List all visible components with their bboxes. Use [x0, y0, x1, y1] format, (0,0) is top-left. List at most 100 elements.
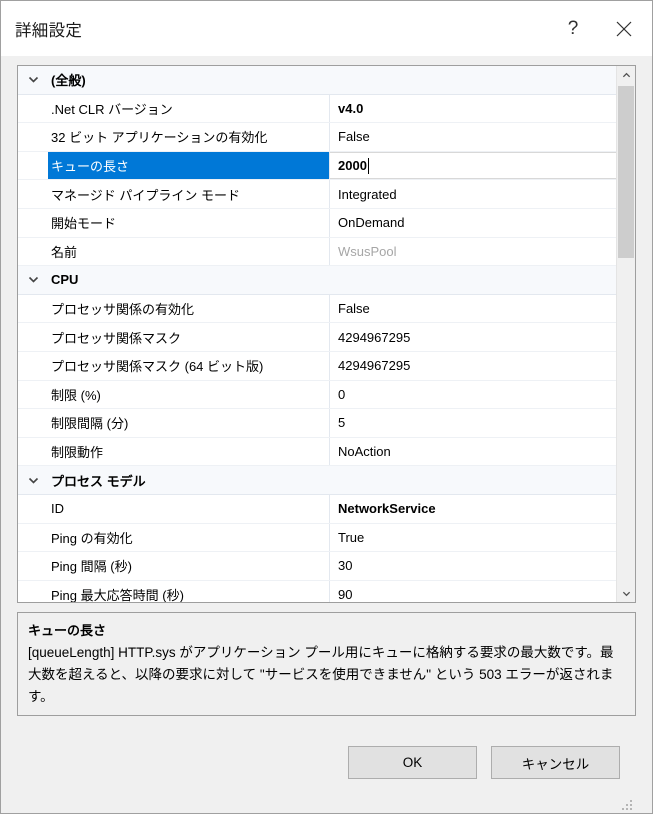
row-indent	[18, 123, 48, 151]
property-value-text: True	[338, 529, 365, 545]
resize-grip[interactable]	[620, 798, 632, 810]
property-value[interactable]: 4294967295	[330, 323, 616, 351]
property-value-text: 4294967295	[338, 358, 411, 374]
property-value-text: 30	[338, 558, 353, 574]
property-value[interactable]: NoAction	[330, 438, 616, 466]
property-name: 制限動作	[48, 437, 330, 466]
property-value[interactable]: 4294967295	[330, 352, 616, 380]
dialog-footer: OK キャンセル	[17, 716, 636, 813]
property-group-header[interactable]: (全般)	[18, 66, 616, 95]
property-value-text: 5	[338, 415, 346, 431]
property-name: キューの長さ	[48, 151, 330, 180]
property-name: 制限 (%)	[48, 380, 330, 409]
row-indent	[18, 238, 48, 266]
scroll-down-button[interactable]	[617, 584, 635, 602]
group-label: CPU	[51, 272, 79, 288]
group-expander[interactable]	[18, 66, 48, 94]
property-row[interactable]: Ping 間隔 (秒) 30	[18, 552, 616, 581]
property-row[interactable]: 制限間隔 (分) 5	[18, 409, 616, 438]
close-button[interactable]	[596, 1, 652, 56]
property-value-text: False	[338, 301, 370, 317]
row-indent	[18, 495, 48, 523]
property-value[interactable]: WsusPool	[330, 238, 616, 266]
group-value-spacer	[330, 266, 616, 294]
property-value[interactable]: True	[330, 524, 616, 552]
scrollbar-thumb[interactable]	[618, 86, 634, 258]
ok-button[interactable]: OK	[348, 746, 477, 779]
property-name: マネージド パイプライン モード	[48, 180, 330, 208]
property-row[interactable]: Ping の有効化 True	[18, 523, 616, 553]
property-name: プロセッサ関係マスク (64 ビット版)	[48, 351, 330, 380]
group-label: プロセス モデル	[51, 473, 146, 489]
property-name: Ping 最大応答時間 (秒)	[48, 580, 330, 602]
help-button[interactable]: ?	[550, 1, 596, 56]
property-name: Ping の有効化	[48, 523, 330, 552]
group-value-spacer	[330, 66, 616, 94]
property-value-text: v4.0	[338, 100, 364, 116]
grid-vertical-scrollbar[interactable]	[616, 66, 635, 602]
property-row[interactable]: Ping 最大応答時間 (秒) 90	[18, 580, 616, 602]
property-value[interactable]: 5	[330, 409, 616, 437]
property-value[interactable]: False	[330, 295, 616, 323]
property-row[interactable]: プロセッサ関係マスク 4294967295	[18, 323, 616, 352]
group-expander[interactable]	[18, 266, 48, 294]
property-value-editor[interactable]: 2000	[330, 151, 616, 180]
chevron-up-icon	[622, 72, 630, 77]
group-expander[interactable]	[18, 466, 48, 494]
property-value[interactable]: 30	[330, 552, 616, 580]
close-icon	[616, 21, 632, 36]
property-value-text: Integrated	[338, 186, 397, 202]
property-row[interactable]: プロセッサ関係マスク (64 ビット版) 4294967295	[18, 351, 616, 381]
chevron-down-icon	[28, 277, 38, 284]
property-group-header[interactable]: プロセス モデル	[18, 466, 616, 495]
row-indent	[18, 295, 48, 323]
description-title: キューの長さ	[28, 623, 107, 638]
row-indent	[18, 152, 48, 180]
property-name: 名前	[48, 237, 330, 266]
title-bar: 詳細設定 ?	[1, 1, 652, 56]
chevron-down-icon	[622, 591, 630, 596]
row-indent	[18, 209, 48, 237]
property-value-text: 4294967295	[338, 329, 411, 345]
row-indent	[18, 381, 48, 409]
row-indent	[18, 180, 48, 208]
property-row[interactable]: 32 ビット アプリケーションの有効化 False	[18, 123, 616, 152]
row-indent	[18, 95, 48, 123]
property-row[interactable]: ID NetworkService	[18, 494, 616, 524]
property-value[interactable]: Integrated	[330, 180, 616, 208]
text-caret	[367, 157, 369, 174]
property-value-text: NetworkService	[338, 501, 436, 517]
property-value-text: 90	[338, 586, 353, 602]
property-value-text: False	[338, 129, 370, 145]
property-value-text: WsusPool	[338, 243, 397, 259]
description-panel: キューの長さ [queueLength] HTTP.sys がアプリケーション …	[17, 612, 636, 716]
row-indent	[18, 552, 48, 580]
property-row[interactable]: マネージド パイプライン モード Integrated	[18, 180, 616, 209]
scroll-up-button[interactable]	[617, 66, 635, 84]
property-row[interactable]: 開始モード OnDemand	[18, 208, 616, 238]
row-indent	[18, 524, 48, 552]
property-value[interactable]: NetworkService	[330, 495, 616, 523]
title-bar-buttons: ?	[550, 1, 652, 56]
property-value[interactable]: 90	[330, 581, 616, 602]
property-value[interactable]: 0	[330, 381, 616, 409]
property-row[interactable]: 名前 WsusPool	[18, 237, 616, 267]
row-indent	[18, 409, 48, 437]
scrollbar-track[interactable]	[617, 84, 635, 584]
property-row[interactable]: 制限 (%) 0	[18, 380, 616, 410]
row-indent	[18, 352, 48, 380]
property-value[interactable]: v4.0	[330, 95, 616, 123]
property-row[interactable]: 制限動作 NoAction	[18, 437, 616, 467]
property-row[interactable]: キューの長さ 2000	[18, 151, 616, 181]
property-name: プロセッサ関係の有効化	[48, 294, 330, 323]
property-name: 制限間隔 (分)	[48, 409, 330, 437]
property-grid: (全般) .Net CLR バージョン v4.0 32 ビット アプリケーションの有効…	[17, 65, 636, 603]
property-value[interactable]: False	[330, 123, 616, 151]
property-value[interactable]: OnDemand	[330, 209, 616, 237]
property-group-header[interactable]: CPU	[18, 266, 616, 295]
property-row[interactable]: .Net CLR バージョン v4.0	[18, 94, 616, 124]
cancel-button[interactable]: キャンセル	[491, 746, 620, 779]
dialog-title: 詳細設定	[15, 21, 83, 40]
property-row[interactable]: プロセッサ関係の有効化 False	[18, 294, 616, 324]
description-text: [queueLength] HTTP.sys がアプリケーション プール用にキュ…	[28, 645, 614, 704]
